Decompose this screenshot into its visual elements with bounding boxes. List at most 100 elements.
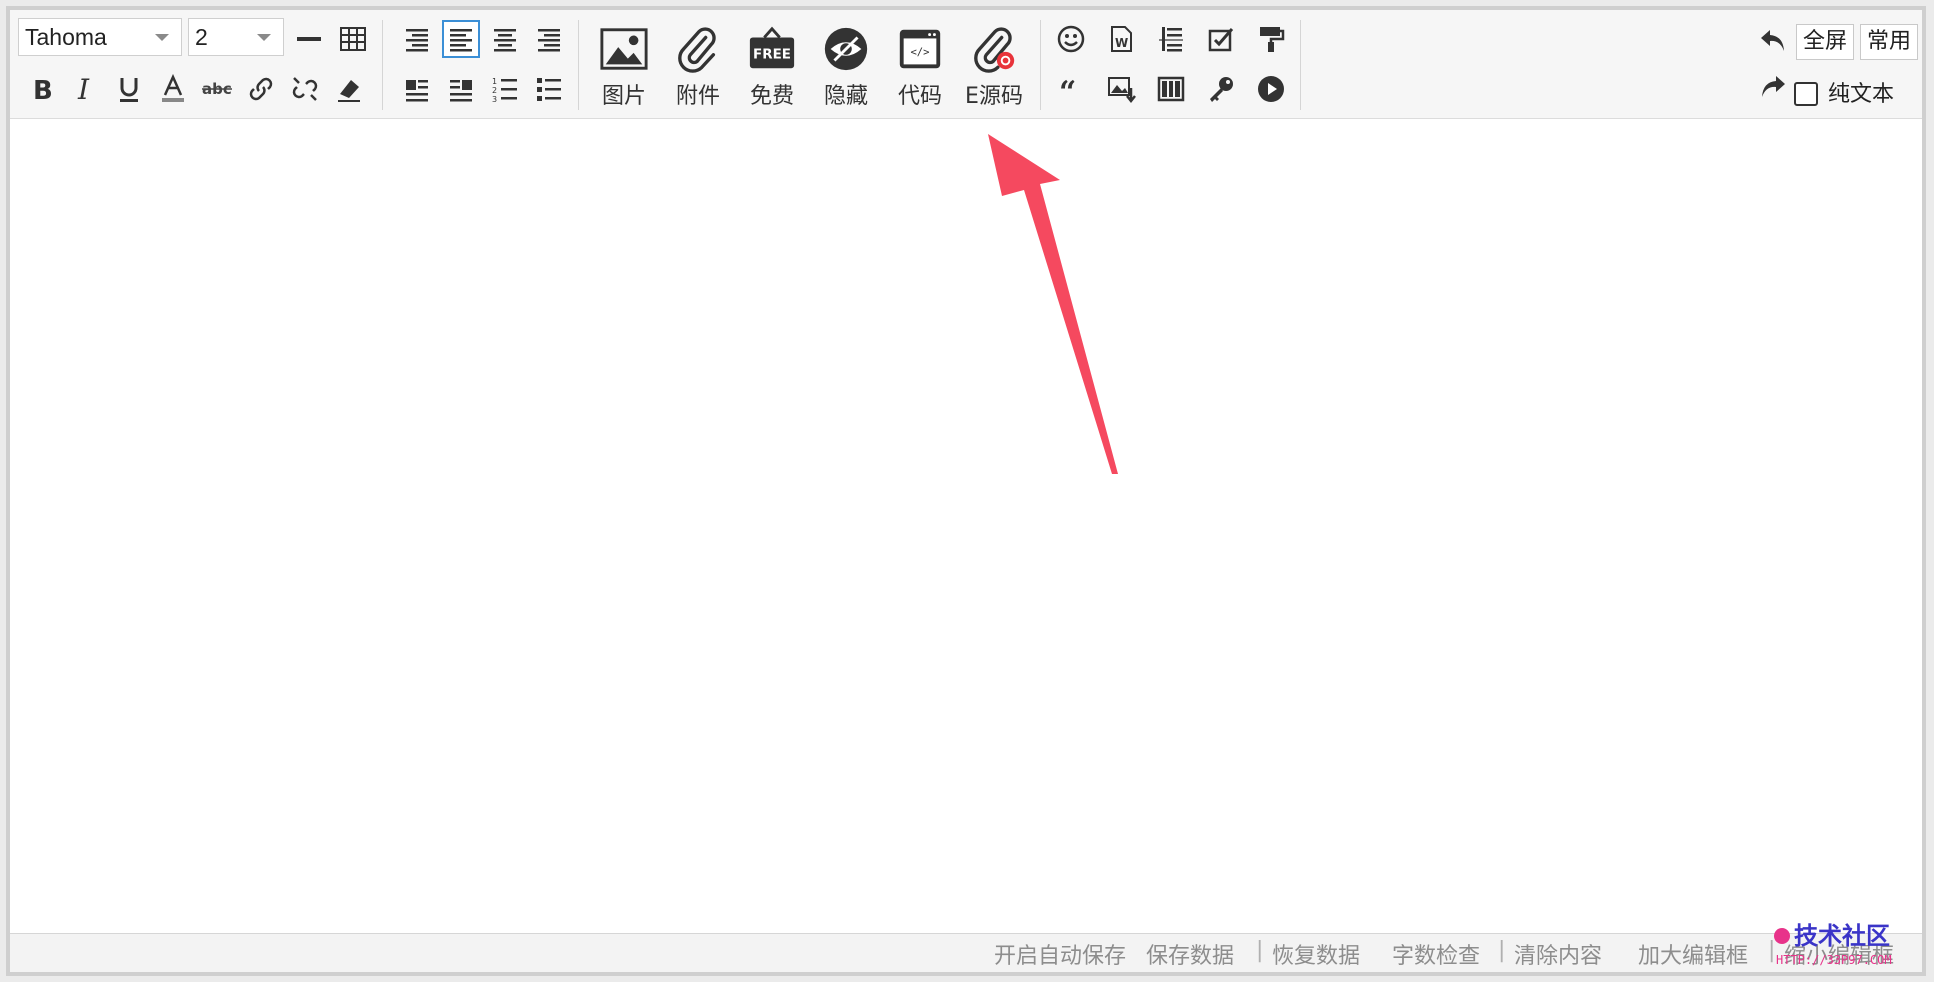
insert-button-label: E源码: [965, 84, 1023, 109]
svg-text:3: 3: [492, 95, 497, 104]
enlarge-editor-link[interactable]: 加大编辑框: [1638, 938, 1748, 970]
edit-check-button[interactable]: [1202, 20, 1240, 58]
align-left-icon: [450, 29, 472, 52]
insert-button-label: 代码: [897, 84, 942, 109]
quote-icon: “: [1059, 75, 1076, 104]
image-download-button[interactable]: [1102, 70, 1140, 108]
quote-button[interactable]: “: [1052, 70, 1090, 108]
indent-icon: [406, 29, 428, 52]
align-right-icon: [538, 29, 560, 52]
format-painter-button[interactable]: [1252, 20, 1290, 58]
pointer-arrow-annotation: [988, 134, 1118, 474]
code-window-icon: </>: [899, 29, 941, 69]
insert-code-button[interactable]: </> 代码: [884, 24, 956, 110]
page-break-button[interactable]: [1152, 20, 1190, 58]
word-count-link[interactable]: 字数检查: [1392, 938, 1480, 970]
svg-text:I: I: [77, 74, 90, 104]
table-icon: [340, 27, 366, 51]
align-center-button[interactable]: [486, 20, 524, 58]
bold-icon: B: [33, 76, 53, 104]
link-button[interactable]: [242, 70, 280, 108]
key-icon: [1210, 77, 1233, 102]
key-button[interactable]: [1202, 70, 1240, 108]
common-label: 常用: [1867, 29, 1912, 54]
status-separator: |: [1498, 938, 1506, 963]
insert-free-button[interactable]: FREE 免费: [736, 24, 808, 110]
word-import-button[interactable]: W: [1102, 20, 1140, 58]
insert-attachment-button[interactable]: 附件: [662, 24, 734, 110]
save-data-link[interactable]: 保存数据: [1146, 938, 1234, 970]
float-right-button[interactable]: [442, 70, 480, 108]
italic-button[interactable]: I: [66, 70, 104, 108]
unordered-list-icon: [537, 78, 561, 101]
insert-hidden-button[interactable]: 隐藏: [810, 24, 882, 110]
font-color-button[interactable]: [154, 70, 192, 108]
common-button[interactable]: 常用: [1860, 24, 1919, 60]
insert-esource-button[interactable]: E源码: [958, 24, 1030, 110]
eraser-icon: [338, 80, 360, 102]
strikethrough-button[interactable]: abc: [198, 70, 236, 108]
float-right-icon: [450, 80, 472, 102]
image-icon: [600, 28, 648, 70]
svg-text:</>: </>: [910, 47, 929, 59]
insert-button-label: 隐藏: [823, 84, 868, 109]
underline-button[interactable]: [110, 70, 148, 108]
redo-icon: [1762, 76, 1785, 97]
free-badge-text: FREE: [753, 48, 791, 63]
align-left-button[interactable]: [442, 20, 480, 58]
editor-toolbar: Tahoma 2 B I abc 1 2 3 图片 附件 FREE 免费 隐藏 …: [10, 10, 1922, 119]
font-size-select[interactable]: 2: [188, 18, 284, 56]
ordered-list-button[interactable]: 123: [486, 70, 524, 108]
toolbar-separator: [1040, 20, 1041, 110]
italic-icon: I: [77, 74, 90, 104]
paperclip-icon: [678, 27, 716, 73]
insert-image-button[interactable]: 图片: [588, 24, 660, 110]
media-play-button[interactable]: [1252, 70, 1290, 108]
svg-text:1: 1: [492, 77, 497, 86]
fullscreen-button[interactable]: 全屏: [1796, 24, 1855, 60]
emoji-button[interactable]: [1052, 20, 1090, 58]
toolbar-separator: [382, 20, 383, 110]
autosave-link[interactable]: 开启自动保存: [994, 938, 1126, 970]
float-left-button[interactable]: [398, 70, 436, 108]
svg-text:B: B: [33, 76, 53, 104]
plaintext-label: 纯文本: [1828, 82, 1895, 107]
unlink-button[interactable]: [286, 70, 324, 108]
smiley-icon: [1057, 25, 1085, 53]
watermark-title: 技术社区: [1794, 922, 1890, 950]
play-circle-icon: [1258, 76, 1284, 102]
font-family-value: Tahoma: [25, 24, 107, 50]
redo-button[interactable]: [1754, 68, 1792, 106]
float-left-icon: [406, 80, 428, 102]
insert-button-label: 图片: [601, 84, 646, 109]
plaintext-checkbox[interactable]: [1794, 82, 1818, 106]
bold-button[interactable]: B: [22, 70, 60, 108]
undo-button[interactable]: [1754, 22, 1792, 60]
site-watermark-logo: 技术社区 HTTP://33P97.COM: [1772, 914, 1922, 974]
strikethrough-icon: abc: [202, 80, 232, 98]
clear-format-button[interactable]: [330, 70, 368, 108]
unordered-list-button[interactable]: [530, 70, 568, 108]
link-icon: [249, 77, 273, 101]
toolbar-separator: [578, 20, 579, 110]
restore-data-link[interactable]: 恢复数据: [1272, 938, 1360, 970]
align-right-button[interactable]: [530, 20, 568, 58]
columns-button[interactable]: [1152, 70, 1190, 108]
image-download-icon: [1108, 77, 1136, 104]
svg-text:W: W: [1115, 36, 1128, 50]
underline-icon: [120, 78, 138, 102]
editor-content-area[interactable]: [10, 119, 1922, 934]
clear-content-link[interactable]: 清除内容: [1514, 938, 1602, 970]
font-family-select[interactable]: Tahoma: [18, 18, 182, 56]
insert-button-label: 免费: [749, 84, 794, 109]
edit-check-icon: [1208, 28, 1234, 52]
font-size-value: 2: [195, 24, 208, 50]
chevron-down-icon: [257, 34, 271, 41]
hidden-eye-icon: [824, 27, 868, 71]
chevron-down-icon: [155, 34, 169, 41]
ordered-list-icon: 123: [492, 77, 517, 104]
align-indent-button[interactable]: [398, 20, 436, 58]
horizontal-rule-icon: [297, 37, 321, 41]
table-button[interactable]: [334, 20, 372, 58]
horizontal-rule-button[interactable]: [290, 20, 328, 58]
